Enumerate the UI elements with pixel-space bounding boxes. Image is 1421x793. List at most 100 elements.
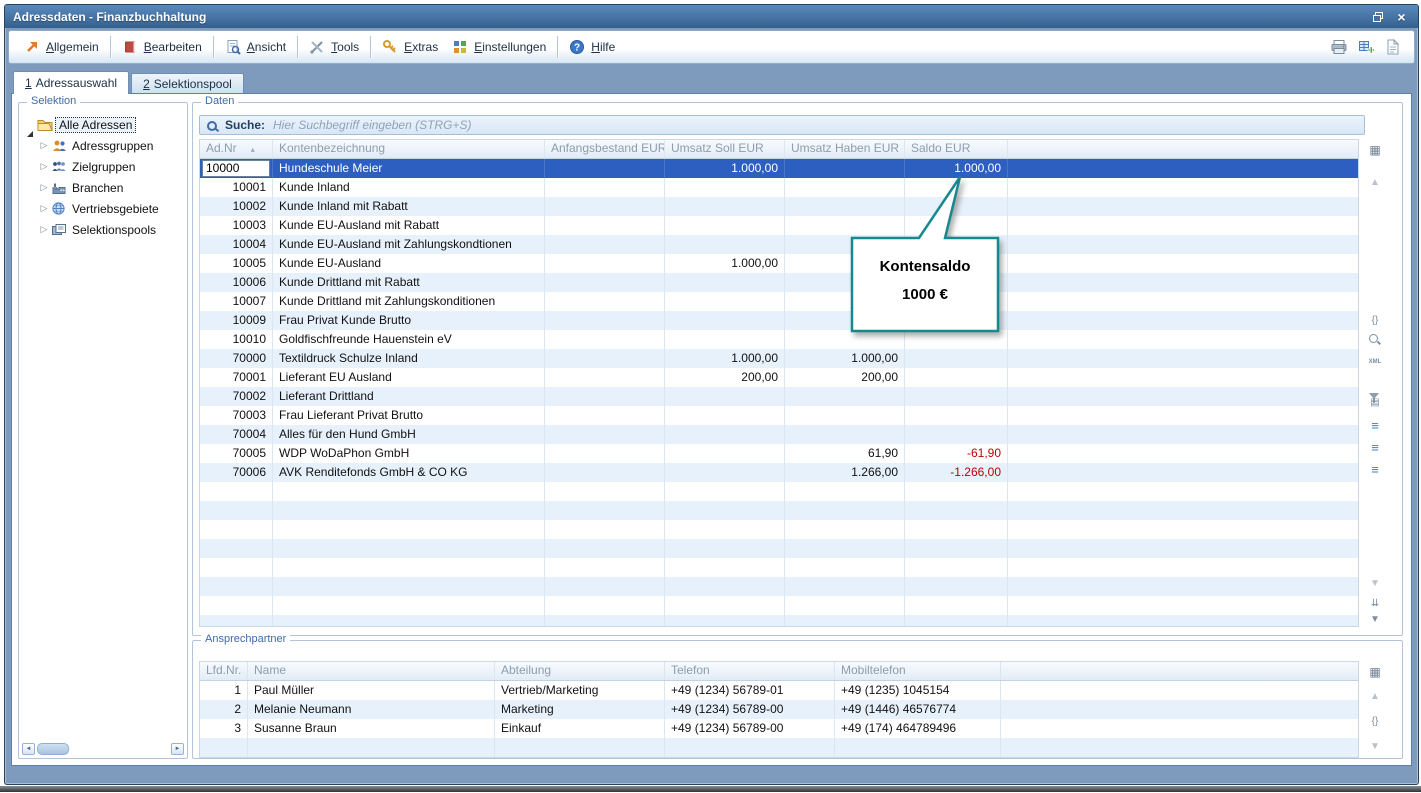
- cell[interactable]: [665, 387, 785, 406]
- cell[interactable]: Kunde Inland: [273, 178, 545, 197]
- cell[interactable]: [785, 387, 905, 406]
- cell[interactable]: AVK Renditefonds GmbH & CO KG: [273, 463, 545, 482]
- cell[interactable]: [785, 615, 905, 627]
- cell[interactable]: 200,00: [785, 368, 905, 387]
- cell[interactable]: 70006: [200, 463, 273, 482]
- table-row[interactable]: 70000Textildruck Schulze Inland1.000,001…: [200, 349, 1358, 368]
- column-header-mobiltelefon[interactable]: Mobiltelefon: [835, 662, 1001, 680]
- cell[interactable]: 70002: [200, 387, 273, 406]
- table-row[interactable]: 10010Goldfischfreunde Hauenstein eV: [200, 330, 1358, 349]
- cell[interactable]: 10006: [200, 273, 273, 292]
- table-row[interactable]: 70002Lieferant Drittland: [200, 387, 1358, 406]
- cell[interactable]: [545, 577, 665, 596]
- cell[interactable]: WDP WoDaPhon GmbH: [273, 444, 545, 463]
- cell[interactable]: [665, 406, 785, 425]
- column-header-name[interactable]: Name: [248, 662, 495, 680]
- cell[interactable]: 10004: [200, 235, 273, 254]
- cell[interactable]: Kunde Drittland mit Zahlungskonditionen: [273, 292, 545, 311]
- cell[interactable]: [545, 463, 665, 482]
- cell[interactable]: 10007: [200, 292, 273, 311]
- table-row[interactable]: 2Melanie NeumannMarketing+49 (1234) 5678…: [200, 700, 1358, 719]
- cell[interactable]: Frau Lieferant Privat Brutto: [273, 406, 545, 425]
- cell[interactable]: 70004: [200, 425, 273, 444]
- collapsed-icon[interactable]: ▷: [37, 224, 51, 235]
- cell[interactable]: 70005: [200, 444, 273, 463]
- table-row[interactable]: [200, 577, 1358, 596]
- cell[interactable]: [665, 235, 785, 254]
- cell[interactable]: [905, 368, 1008, 387]
- cell[interactable]: [200, 558, 273, 577]
- braces-icon[interactable]: {}: [1367, 713, 1383, 729]
- cell[interactable]: [665, 615, 785, 627]
- table-row[interactable]: 1Paul MüllerVertrieb/Marketing+49 (1234)…: [200, 681, 1358, 700]
- cell[interactable]: Einkauf: [495, 719, 665, 738]
- titlebar[interactable]: Adressdaten - Finanzbuchhaltung ×: [5, 5, 1418, 28]
- cell[interactable]: [545, 368, 665, 387]
- cell[interactable]: Paul Müller: [248, 681, 495, 700]
- cell[interactable]: [905, 596, 1008, 615]
- cell[interactable]: [835, 757, 1001, 758]
- table-row[interactable]: 70003Frau Lieferant Privat Brutto: [200, 406, 1358, 425]
- cell[interactable]: 10001: [200, 178, 273, 197]
- cell[interactable]: [545, 387, 665, 406]
- cell[interactable]: +49 (1234) 56789-01: [665, 681, 835, 700]
- table-row[interactable]: 10003Kunde EU-Ausland mit Rabatt: [200, 216, 1358, 235]
- cell[interactable]: +49 (1235) 1045154: [835, 681, 1001, 700]
- table-row[interactable]: 10001Kunde Inland: [200, 178, 1358, 197]
- cell[interactable]: [835, 738, 1001, 757]
- cell[interactable]: [545, 197, 665, 216]
- cell[interactable]: [200, 757, 248, 758]
- cell[interactable]: [200, 596, 273, 615]
- cell[interactable]: [200, 577, 273, 596]
- cell[interactable]: [545, 273, 665, 292]
- cell[interactable]: Vertrieb/Marketing: [495, 681, 665, 700]
- cell[interactable]: 70003: [200, 406, 273, 425]
- cell[interactable]: [905, 349, 1008, 368]
- cell[interactable]: +49 (1234) 56789-00: [665, 719, 835, 738]
- collapsed-icon[interactable]: ▷: [37, 161, 51, 172]
- cell[interactable]: 10000: [200, 159, 273, 178]
- cell[interactable]: 1.000,00: [665, 159, 785, 178]
- cell[interactable]: [273, 482, 545, 501]
- cell[interactable]: [200, 615, 273, 627]
- scroll-up-icon[interactable]: ▲: [1367, 174, 1383, 190]
- list-view-icon[interactable]: ≡: [1367, 461, 1383, 477]
- cell[interactable]: +49 (174) 464789496: [835, 719, 1001, 738]
- cell[interactable]: [785, 482, 905, 501]
- column-header-telefon[interactable]: Telefon: [665, 662, 835, 680]
- cell[interactable]: Lieferant Drittland: [273, 387, 545, 406]
- cell[interactable]: [545, 292, 665, 311]
- search-input[interactable]: [271, 117, 1358, 133]
- cell[interactable]: [905, 558, 1008, 577]
- cell[interactable]: [545, 539, 665, 558]
- cell[interactable]: Kunde Drittland mit Rabatt: [273, 273, 545, 292]
- cell[interactable]: [785, 406, 905, 425]
- cell[interactable]: [905, 406, 1008, 425]
- cell[interactable]: [545, 406, 665, 425]
- cell[interactable]: Lieferant EU Ausland: [273, 368, 545, 387]
- cell[interactable]: [273, 615, 545, 627]
- table-row[interactable]: 10002Kunde Inland mit Rabatt: [200, 197, 1358, 216]
- column-chooser-icon[interactable]: ▦: [1367, 142, 1383, 158]
- cell[interactable]: Kunde EU-Ausland mit Rabatt: [273, 216, 545, 235]
- cell[interactable]: Kunde EU-Ausland mit Zahlungskondtionen: [273, 235, 545, 254]
- cell[interactable]: [785, 501, 905, 520]
- cell[interactable]: Kunde EU-Ausland: [273, 254, 545, 273]
- table-row[interactable]: [200, 558, 1358, 577]
- cell[interactable]: [905, 482, 1008, 501]
- cell[interactable]: +49 (1446) 46576774: [835, 700, 1001, 719]
- table-row[interactable]: 10005Kunde EU-Ausland1.000,00: [200, 254, 1358, 273]
- cell[interactable]: [545, 596, 665, 615]
- cell[interactable]: 1.000,00: [665, 254, 785, 273]
- cell[interactable]: [905, 539, 1008, 558]
- toolbar-button-bearbeiten[interactable]: Bearbeiten: [115, 35, 209, 59]
- cell[interactable]: [273, 577, 545, 596]
- collapsed-icon[interactable]: ▷: [37, 182, 51, 193]
- column-header-umsatz-soll[interactable]: Umsatz Soll EUR: [665, 140, 785, 158]
- column-header-kontenbezeichnung[interactable]: Kontenbezeichnung: [273, 140, 545, 158]
- cell[interactable]: [665, 444, 785, 463]
- cell[interactable]: [905, 520, 1008, 539]
- cell[interactable]: [905, 501, 1008, 520]
- cell[interactable]: [785, 425, 905, 444]
- cell[interactable]: 10009: [200, 311, 273, 330]
